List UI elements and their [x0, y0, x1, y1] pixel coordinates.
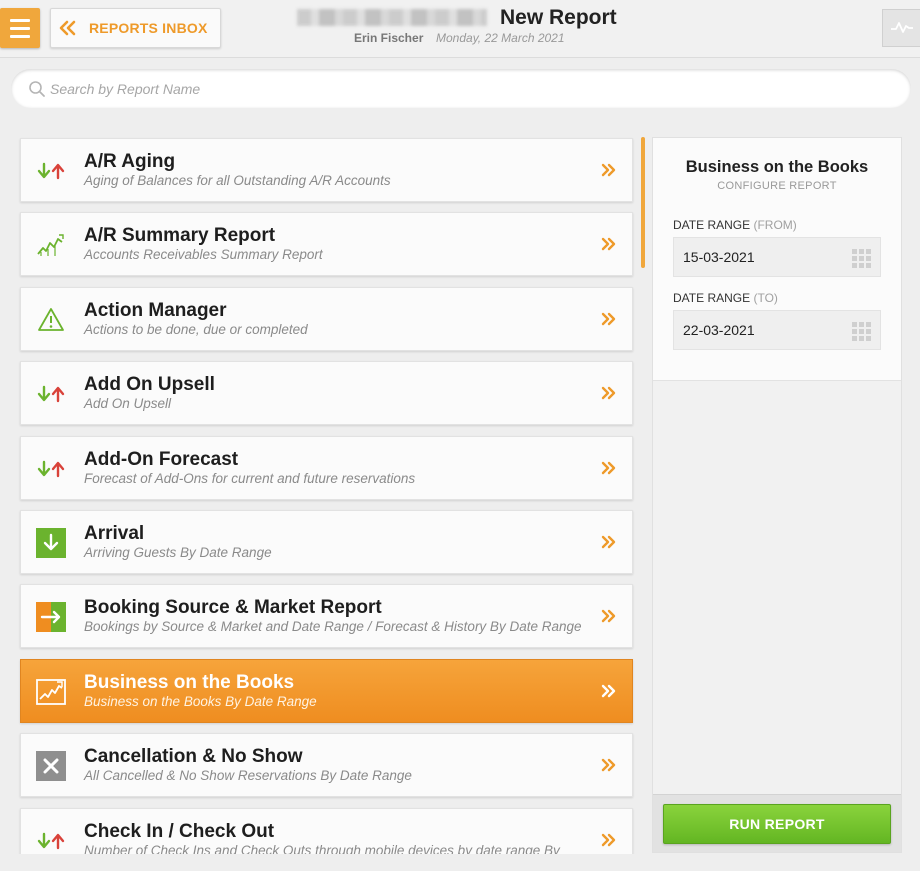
report-item[interactable]: Cancellation & No Show All Cancelled & No…	[20, 733, 633, 798]
report-item[interactable]: Arrival Arriving Guests By Date Range	[20, 510, 633, 574]
report-item[interactable]: A/R Summary Report Accounts Receivables S…	[20, 212, 633, 277]
report-description: Actions to be done, due or completed	[84, 321, 308, 337]
run-report-bar: RUN REPORT	[653, 794, 901, 852]
report-name: Add-On Forecast	[84, 448, 239, 470]
report-item[interactable]: Add On Upsell Add On Upsell	[20, 361, 633, 426]
calendar-grid-icon[interactable]	[852, 322, 872, 342]
menu-button[interactable]	[0, 8, 40, 48]
report-item[interactable]: Check In / Check Out Number of Check Ins …	[20, 807, 633, 854]
page-date: Monday, 22 March 2021	[436, 31, 565, 45]
calendar-grid-icon[interactable]	[852, 249, 872, 269]
date-to-label: DATE RANGE (TO)	[673, 291, 778, 305]
date-to-field[interactable]: 22-03-2021	[673, 310, 881, 350]
report-description: Accounts Receivables Summary Report	[84, 247, 323, 263]
scrollbar-thumb[interactable]	[641, 137, 645, 268]
report-name: Booking Source & Market Report	[84, 597, 382, 619]
report-description: Bookings by Source & Market and Date Ran…	[84, 619, 582, 635]
date-to-label-paren: (TO)	[753, 291, 778, 305]
report-name: Business on the Books	[84, 671, 295, 693]
double-chevron-right-icon[interactable]	[600, 161, 618, 179]
search-bar	[11, 69, 911, 108]
hamburger-icon-line	[10, 34, 30, 38]
report-item[interactable]: A/R Aging Aging of Balances for all Outst…	[20, 138, 633, 202]
config-subtitle: CONFIGURE REPORT	[717, 180, 837, 192]
report-item[interactable]: Business on the Books Business on the Boo…	[20, 658, 633, 723]
up-down-arrows-icon	[35, 453, 67, 485]
date-to-label-text: DATE RANGE	[673, 291, 751, 305]
arrival-icon	[35, 527, 67, 559]
up-down-arrows-icon	[35, 155, 67, 187]
report-description: Aging of Balances for all Outstanding A/…	[84, 173, 391, 188]
configure-report-panel: Business on the Books CONFIGURE REPORT D…	[652, 137, 902, 853]
top-bar: REPORTS INBOX New Report Erin Fischer Mo…	[0, 0, 920, 58]
report-description: Forecast of Add-Ons for current and futu…	[84, 470, 416, 486]
report-name: Cancellation & No Show	[84, 746, 303, 768]
double-chevron-right-icon[interactable]	[600, 831, 618, 849]
hamburger-icon-line	[10, 26, 30, 30]
reports-inbox-label: REPORTS INBOX	[89, 20, 208, 36]
redacted-property-name	[297, 9, 487, 26]
search-icon	[28, 80, 46, 98]
report-description: Arriving Guests By Date Range	[84, 545, 272, 560]
report-item[interactable]: Action Manager Actions to be done, due or…	[20, 286, 633, 351]
report-description: Add On Upsell	[84, 396, 172, 412]
double-chevron-right-icon[interactable]	[600, 756, 618, 774]
trend-chart-icon	[35, 229, 67, 261]
date-from-label-text: DATE RANGE	[673, 218, 751, 232]
search-input[interactable]	[50, 80, 870, 97]
user-name: Erin Fischer	[354, 31, 424, 45]
date-from-label-paren: (FROM)	[753, 218, 797, 232]
hamburger-icon-line	[10, 18, 30, 22]
date-from-label: DATE RANGE (FROM)	[673, 218, 797, 232]
double-chevron-right-icon[interactable]	[600, 310, 618, 328]
report-name: Action Manager	[84, 299, 227, 321]
date-to-value: 22-03-2021	[683, 322, 755, 338]
report-name: Arrival	[84, 523, 145, 544]
report-name: Check In / Check Out	[84, 820, 275, 842]
page-title: New Report	[500, 6, 617, 29]
double-chevron-left-icon	[58, 20, 78, 36]
double-chevron-right-icon[interactable]	[600, 459, 618, 477]
warning-triangle-icon	[35, 304, 67, 336]
configure-report-form: Business on the Books CONFIGURE REPORT D…	[653, 138, 901, 381]
reports-inbox-button[interactable]: REPORTS INBOX	[50, 8, 221, 48]
report-name: Add On Upsell	[84, 374, 215, 396]
activity-button[interactable]	[882, 9, 920, 47]
report-description: All Cancelled & No Show Reservations By …	[84, 768, 412, 784]
report-description: Number of Check Ins and Check Outs throu…	[84, 842, 560, 854]
trend-chart-icon	[35, 676, 67, 708]
date-from-value: 15-03-2021	[683, 249, 755, 265]
up-down-arrows-icon	[35, 378, 67, 410]
double-chevron-right-icon[interactable]	[600, 533, 618, 551]
double-chevron-right-icon[interactable]	[600, 235, 618, 253]
report-list[interactable]: A/R Aging Aging of Balances for all Outst…	[0, 119, 645, 854]
report-item[interactable]: Add-On Forecast Forecast of Add-Ons for c…	[20, 435, 633, 500]
run-report-button[interactable]: RUN REPORT	[663, 804, 891, 844]
double-chevron-right-icon[interactable]	[600, 607, 618, 625]
report-name: A/R Aging	[84, 151, 176, 172]
double-chevron-right-icon[interactable]	[600, 682, 618, 700]
cancel-icon	[35, 750, 67, 782]
activity-icon	[890, 19, 914, 38]
report-name: A/R Summary Report	[84, 225, 276, 247]
booking-source-icon	[35, 601, 67, 633]
report-description: Business on the Books By Date Range	[84, 693, 317, 709]
config-title: Business on the Books	[685, 158, 869, 176]
up-down-arrows-icon	[35, 825, 67, 854]
double-chevron-right-icon[interactable]	[600, 384, 618, 402]
date-from-field[interactable]: 15-03-2021	[673, 237, 881, 277]
report-item[interactable]: Booking Source & Market Report Bookings b…	[20, 584, 633, 649]
